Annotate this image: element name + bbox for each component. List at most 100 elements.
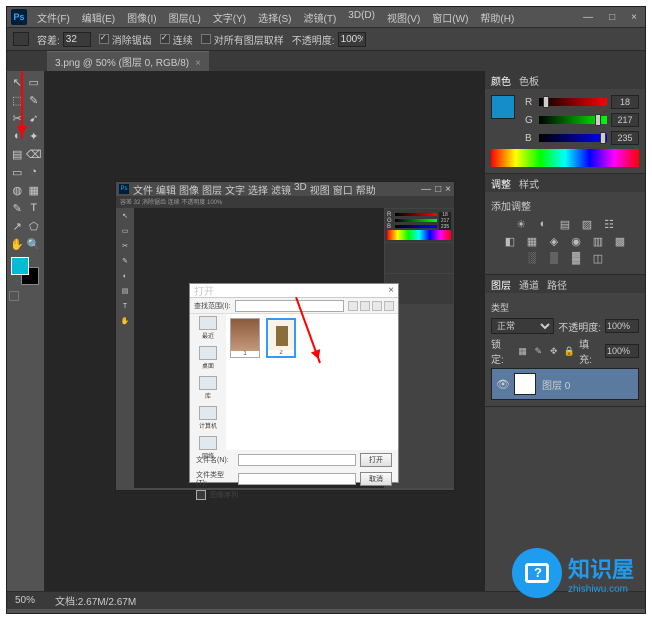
pencil-tool[interactable]: ✎: [26, 91, 43, 109]
g-slider[interactable]: [539, 116, 607, 124]
tab-color[interactable]: 颜色: [491, 73, 511, 88]
tab-paths[interactable]: 路径: [547, 277, 567, 292]
menu-filter[interactable]: 滤镜(T): [300, 8, 341, 27]
dodge-tool[interactable]: ◍: [9, 181, 26, 199]
lasso-tool[interactable]: ⬚: [9, 91, 26, 109]
close-button[interactable]: ×: [627, 12, 641, 23]
crop-tool[interactable]: ✂: [9, 109, 26, 127]
antialias-checkbox[interactable]: [99, 34, 109, 44]
lock-trans-icon[interactable]: ▦: [517, 345, 529, 357]
adj-hue-icon[interactable]: ◧: [502, 234, 518, 248]
adj-photofilter-icon[interactable]: ◉: [568, 234, 584, 248]
minimize-button[interactable]: —: [579, 12, 597, 23]
zoom-value[interactable]: 50%: [15, 595, 35, 606]
gradient-tool[interactable]: ▭: [9, 163, 26, 181]
document-tab[interactable]: 3.png @ 50% (图层 0, RGB/8)×: [47, 51, 209, 71]
adj-vibrance-icon[interactable]: ☷: [601, 217, 617, 231]
tool-preset-icon[interactable]: [13, 32, 29, 46]
adj-invert-icon[interactable]: ░: [524, 251, 540, 265]
visibility-eye-icon[interactable]: 👁: [496, 378, 508, 391]
brush-tool[interactable]: ✦: [26, 127, 43, 145]
blur-tool[interactable]: ◔: [26, 163, 43, 181]
path-tool[interactable]: ✎: [9, 199, 26, 217]
tolerance-input[interactable]: [63, 32, 91, 47]
all-layers-checkbox[interactable]: [201, 34, 211, 44]
eraser-tool[interactable]: ⌫: [26, 145, 43, 163]
color-sample[interactable]: [491, 95, 515, 119]
back-icon[interactable]: [348, 301, 358, 311]
lock-paint-icon[interactable]: ✎: [532, 345, 544, 357]
tab-adjustments[interactable]: 调整: [491, 176, 511, 191]
menu-layer[interactable]: 图层(L): [165, 8, 205, 27]
layer-row[interactable]: 👁 图层 0: [491, 368, 639, 400]
side-desktop[interactable]: 桌面: [198, 346, 218, 370]
hand-tool[interactable]: ✋: [9, 235, 26, 253]
fill-input[interactable]: [605, 344, 639, 358]
lock-all-icon[interactable]: 🔒: [564, 345, 576, 357]
menu-edit[interactable]: 编辑(E): [78, 8, 119, 27]
tab-channels[interactable]: 通道: [519, 277, 539, 292]
sequence-checkbox[interactable]: [196, 490, 206, 500]
menu-file[interactable]: 文件(F): [33, 8, 74, 27]
layer-thumbnail[interactable]: [514, 373, 536, 395]
color-spectrum[interactable]: [491, 149, 639, 167]
menu-window[interactable]: 窗口(W): [428, 8, 472, 27]
side-library[interactable]: 库: [198, 376, 218, 400]
maximize-button[interactable]: □: [605, 12, 619, 23]
direct-select-tool[interactable]: ↗: [9, 217, 26, 235]
g-value[interactable]: 217: [611, 113, 639, 127]
menu-select[interactable]: 选择(S): [254, 8, 295, 27]
view-icon[interactable]: [384, 301, 394, 311]
quickmask-icon[interactable]: [9, 291, 19, 301]
adj-bw-icon[interactable]: ◈: [546, 234, 562, 248]
marquee-tool[interactable]: ▭: [26, 73, 43, 91]
type-tool[interactable]: T: [26, 199, 43, 217]
layer-opacity-input[interactable]: [605, 319, 639, 333]
adj-colorlookup-icon[interactable]: ▩: [612, 234, 628, 248]
menu-view[interactable]: 视图(V): [383, 8, 424, 27]
lock-move-icon[interactable]: ✥: [548, 345, 560, 357]
adj-brightness-icon[interactable]: ☀: [513, 217, 529, 231]
stamp-tool[interactable]: ▤: [9, 145, 26, 163]
menu-image[interactable]: 图像(I): [123, 8, 160, 27]
adj-channelmixer-icon[interactable]: ▥: [590, 234, 606, 248]
blend-select[interactable]: 正常: [491, 318, 554, 334]
tab-styles[interactable]: 样式: [519, 176, 539, 191]
r-slider[interactable]: [539, 98, 607, 106]
newfolder-icon[interactable]: [372, 301, 382, 311]
file-thumb-1[interactable]: 1: [230, 318, 260, 358]
menu-3d[interactable]: 3D(D): [344, 8, 379, 27]
dialog-close-icon[interactable]: ×: [388, 285, 394, 296]
menu-type[interactable]: 文字(Y): [209, 8, 250, 27]
adj-posterize-icon[interactable]: ▒: [546, 251, 562, 265]
zoom-tool[interactable]: 🔍: [26, 235, 43, 253]
adj-colorbalance-icon[interactable]: ▦: [524, 234, 540, 248]
adj-threshold-icon[interactable]: ▓: [568, 251, 584, 265]
adj-levels-icon[interactable]: ◐: [535, 217, 551, 231]
side-recent[interactable]: 最近: [198, 316, 218, 340]
lookin-select[interactable]: [235, 300, 344, 312]
move-tool[interactable]: ↖: [9, 73, 26, 91]
foreground-swatch[interactable]: [11, 257, 29, 275]
opacity-input[interactable]: [338, 32, 366, 47]
adj-exposure-icon[interactable]: ▨: [579, 217, 595, 231]
b-slider[interactable]: [539, 134, 607, 142]
tab-layers[interactable]: 图层: [491, 277, 511, 292]
layer-name[interactable]: 图层 0: [542, 377, 570, 392]
open-button[interactable]: 打开: [360, 453, 392, 467]
color-swatches[interactable]: [11, 257, 41, 287]
adj-curves-icon[interactable]: ▤: [557, 217, 573, 231]
cancel-button[interactable]: 取消: [360, 472, 392, 486]
dialog-filelist[interactable]: 1 2: [226, 314, 398, 450]
tab-swatches[interactable]: 色板: [519, 73, 539, 88]
contiguous-checkbox[interactable]: [160, 34, 170, 44]
pen-tool[interactable]: ▦: [26, 181, 43, 199]
file-thumb-2[interactable]: 2: [266, 318, 296, 358]
adj-gradientmap-icon[interactable]: ◫: [590, 251, 606, 265]
tab-close-icon[interactable]: ×: [195, 58, 201, 69]
b-value[interactable]: 235: [611, 131, 639, 145]
up-icon[interactable]: [360, 301, 370, 311]
filetype-select[interactable]: [238, 473, 356, 485]
menu-help[interactable]: 帮助(H): [476, 8, 518, 27]
eyedropper-tool[interactable]: ➹: [26, 109, 43, 127]
